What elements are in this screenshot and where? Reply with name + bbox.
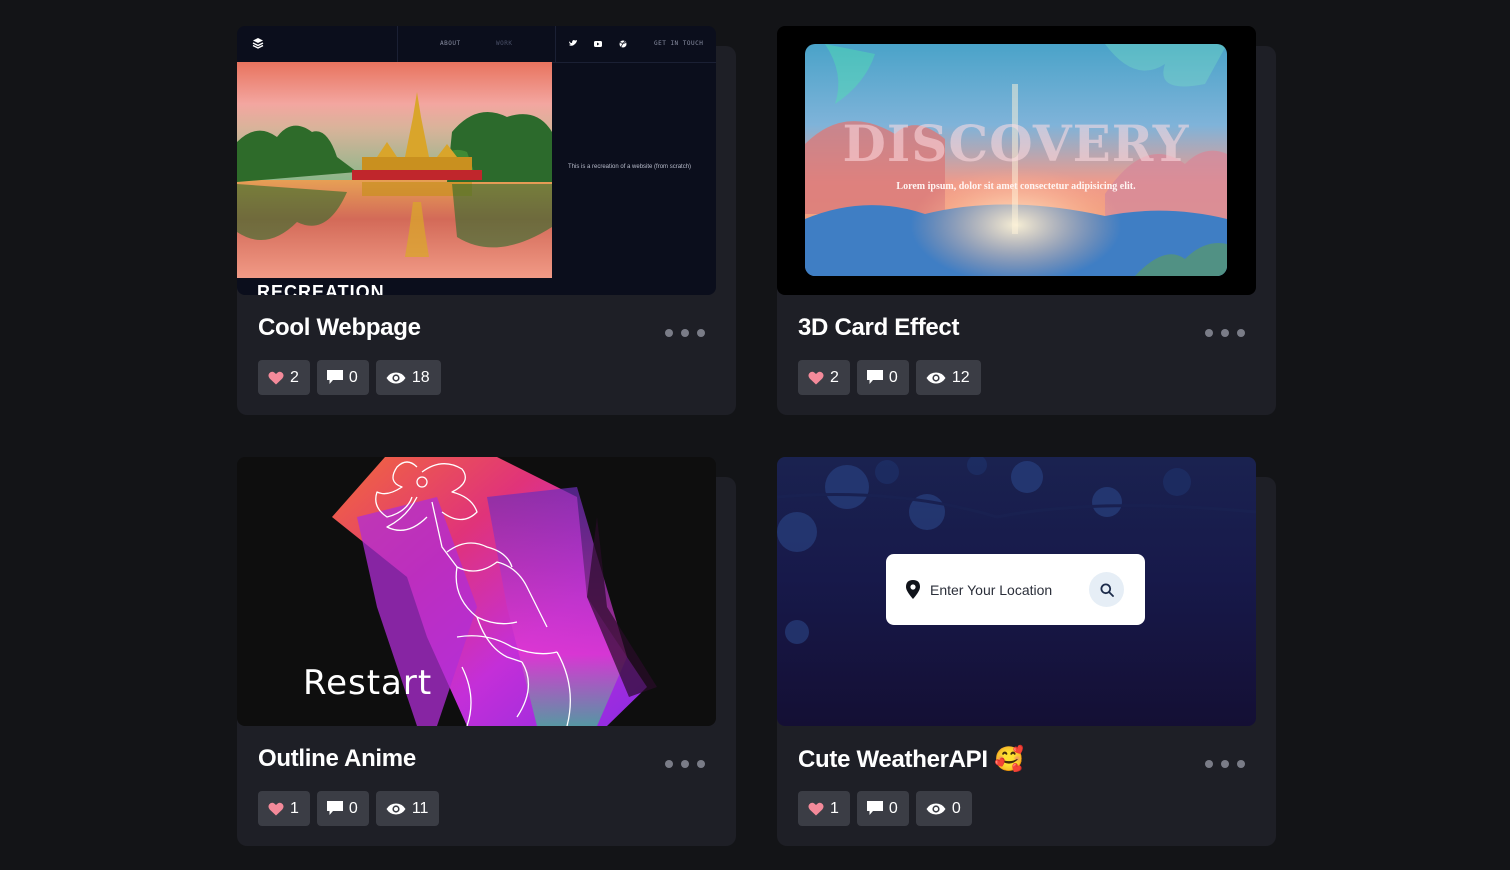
pen-stats: 2 0 18 [258, 360, 441, 395]
comment-icon [866, 801, 883, 815]
pen-preview[interactable]: Restart [237, 457, 716, 726]
comment-count: 0 [888, 368, 898, 386]
like-count: 2 [290, 368, 299, 386]
view-count: 0 [951, 799, 961, 817]
like-count: 1 [830, 799, 839, 817]
like-count: 1 [290, 799, 299, 817]
view-button[interactable]: 18 [375, 360, 441, 395]
view-count: 11 [411, 799, 429, 817]
discovery-subtext: Lorem ipsum, dolor sit amet consectetur … [896, 181, 1136, 192]
pen-card-cute-weatherapi: Enter Your Location Cute WeatherAPI 🥰 1 … [777, 457, 1277, 846]
pagoda-lake-image [237, 62, 552, 278]
pen-title[interactable]: Cute WeatherAPI 🥰 [798, 745, 1024, 774]
more-icon-dot [665, 760, 673, 768]
nav-link-get-in-touch: GET IN TOUCH [654, 40, 704, 47]
nav-link-about: ABOUT [440, 40, 461, 47]
comment-icon [326, 801, 343, 815]
view-button[interactable]: 0 [915, 791, 972, 826]
comment-count: 0 [348, 368, 358, 386]
view-count: 18 [411, 368, 430, 386]
pen-title-text: Cute WeatherAPI [798, 746, 988, 773]
like-button[interactable]: 2 [258, 360, 310, 395]
discovery-heading: DISCOVERY [842, 114, 1190, 173]
twitter-icon [569, 40, 577, 46]
comment-icon [866, 370, 883, 384]
heart-icon [808, 802, 824, 815]
comment-count: 0 [348, 799, 358, 817]
smiling-hearts-emoji: 🥰 [994, 746, 1024, 773]
pen-title[interactable]: Outline Anime [258, 745, 416, 773]
dribbble-icon [619, 40, 627, 48]
like-count: 2 [830, 368, 839, 386]
pen-stats: 1 0 0 [798, 791, 972, 826]
eye-icon [386, 372, 406, 383]
location-search-box: Enter Your Location [886, 554, 1145, 625]
more-options-button[interactable] [665, 757, 705, 771]
comment-icon [326, 370, 343, 384]
discovery-card: DISCOVERY Lorem ipsum, dolor sit amet co… [805, 44, 1227, 276]
pen-preview[interactable]: Enter Your Location [777, 457, 1256, 726]
pen-stats: 1 0 11 [258, 791, 440, 826]
more-options-button[interactable] [665, 326, 705, 340]
preview-description: This is a recreation of a website (from … [568, 164, 692, 170]
heart-icon [268, 371, 284, 384]
comment-button[interactable]: 0 [856, 360, 909, 395]
preview-navbar: ABOUT WORK GET IN TOUCH [237, 26, 716, 63]
pen-preview[interactable]: DISCOVERY Lorem ipsum, dolor sit amet co… [777, 26, 1256, 295]
search-button[interactable] [1089, 572, 1124, 607]
pen-preview[interactable]: ABOUT WORK GET IN TOUCH This is a recrea… [237, 26, 716, 295]
eye-icon [926, 372, 946, 383]
heart-icon [268, 802, 284, 815]
search-icon [1100, 583, 1114, 597]
comment-button[interactable]: 0 [856, 791, 909, 826]
pen-title[interactable]: Cool Webpage [258, 314, 421, 342]
more-options-button[interactable] [1205, 757, 1245, 771]
like-button[interactable]: 1 [798, 791, 850, 826]
more-icon-dot [665, 329, 673, 337]
nav-link-work: WORK [496, 40, 513, 47]
view-button[interactable]: 11 [375, 791, 440, 826]
location-pin-icon [906, 580, 920, 599]
youtube-icon [594, 41, 602, 47]
comment-button[interactable]: 0 [316, 791, 369, 826]
pen-card-3d-card-effect: DISCOVERY Lorem ipsum, dolor sit amet co… [777, 26, 1277, 415]
eye-icon [386, 803, 406, 814]
more-icon-dot [1205, 760, 1213, 768]
comment-count: 0 [888, 799, 898, 817]
pen-title[interactable]: 3D Card Effect [798, 314, 959, 342]
more-options-button[interactable] [1205, 326, 1245, 340]
preview-heading: RECREATION [257, 282, 385, 295]
pen-card-cool-webpage: ABOUT WORK GET IN TOUCH This is a recrea… [237, 26, 737, 415]
restart-label[interactable]: Restart [303, 663, 432, 703]
location-input-placeholder[interactable]: Enter Your Location [930, 582, 1052, 598]
more-icon-dot [1205, 329, 1213, 337]
view-count: 12 [951, 368, 970, 386]
heart-icon [808, 371, 824, 384]
like-button[interactable]: 1 [258, 791, 310, 826]
like-button[interactable]: 2 [798, 360, 850, 395]
view-button[interactable]: 12 [915, 360, 981, 395]
stack-logo-icon [252, 38, 264, 49]
pen-card-outline-anime: Restart Outline Anime 1 0 11 [237, 457, 737, 846]
pen-stats: 2 0 12 [798, 360, 981, 395]
eye-icon [926, 803, 946, 814]
comment-button[interactable]: 0 [316, 360, 369, 395]
